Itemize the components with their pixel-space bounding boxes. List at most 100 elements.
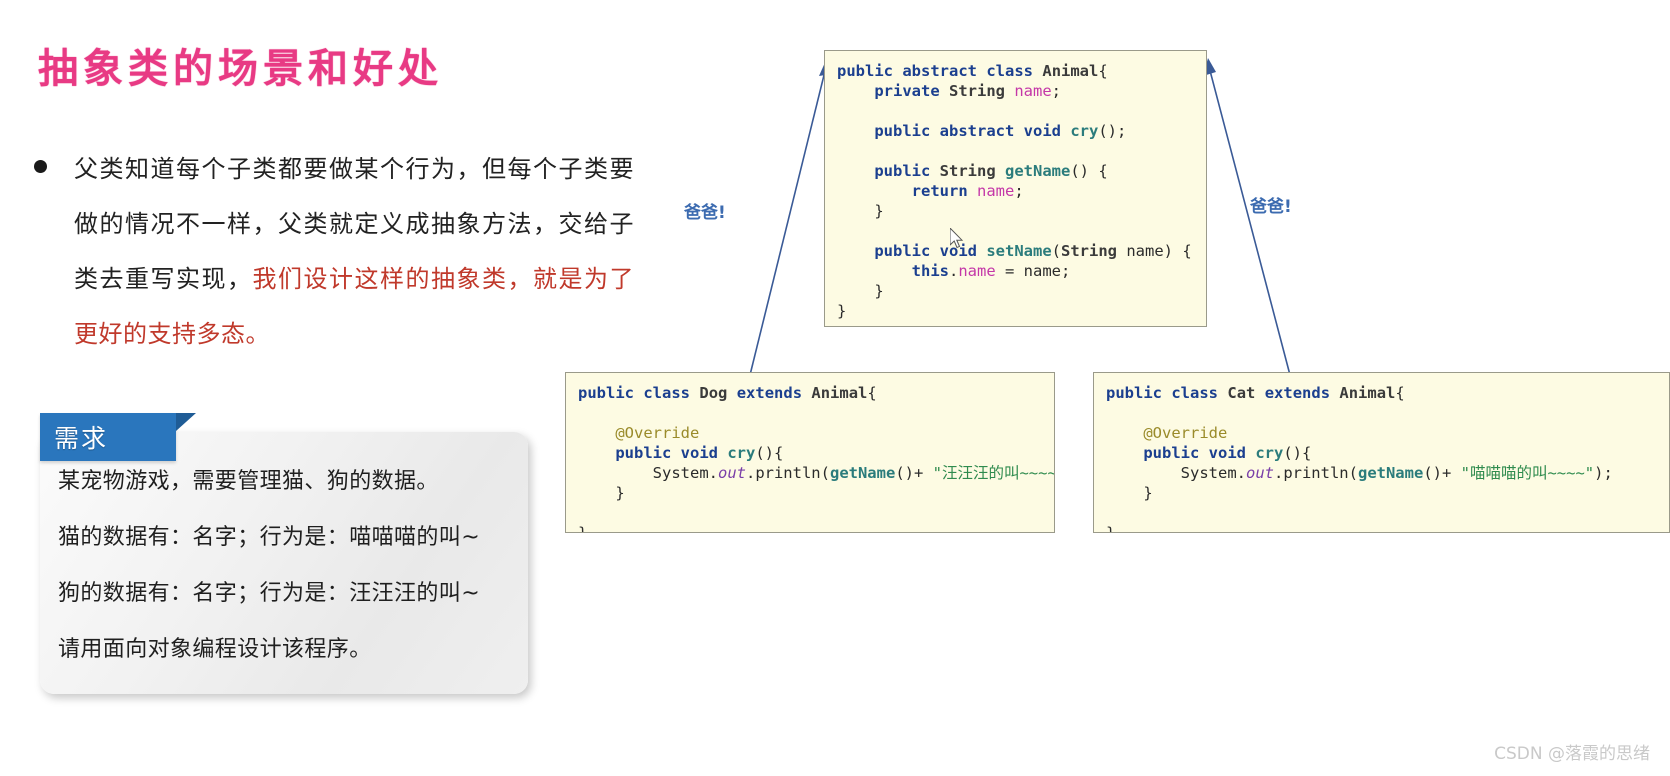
code-token: }: [578, 484, 625, 502]
requirement-tab: 需求: [40, 413, 176, 461]
code-token: .println(: [1273, 464, 1358, 482]
code-token: @Override: [1143, 424, 1228, 442]
code-token: {: [867, 384, 877, 402]
watermark: CSDN @落霞的思绪: [1494, 744, 1650, 764]
code-token: (){: [755, 444, 784, 462]
code-token: class: [643, 384, 691, 402]
code-token: extends: [736, 384, 803, 402]
code-token: name: [958, 262, 996, 280]
code-token: getName: [1357, 464, 1424, 482]
code-token: public: [874, 122, 931, 140]
bullet-line-3-highlight: 我们设计这样的抽象类，就是为了: [252, 265, 634, 293]
code-token: public: [1143, 444, 1200, 462]
requirement-card-body: 某宠物游戏，需要管理猫、狗的数据。 猫的数据有：名字；行为是：喵喵喵的叫~ 狗的…: [58, 454, 518, 678]
slide-canvas: 抽象类的场景和好处 父类知道每个子类都要做某个行为，但每个子类要做的情况不一样，…: [0, 0, 1670, 776]
code-token: cry: [1070, 122, 1099, 140]
code-token: out: [717, 464, 746, 482]
code-token: }: [578, 524, 588, 533]
code-token: return: [911, 182, 968, 200]
code-token: class: [1171, 384, 1219, 402]
page-title: 抽象类的场景和好处: [38, 46, 443, 92]
code-line: public void cry(){: [1106, 443, 1669, 463]
code-line: @Override: [578, 423, 1054, 443]
code-token: = name;: [995, 262, 1071, 280]
code-token: cry: [1255, 444, 1284, 462]
code-block-dog: public class Dog extends Animal{ @Overri…: [565, 372, 1055, 533]
code-token: String: [1061, 242, 1118, 260]
code-line: }: [578, 483, 1054, 503]
code-token: }: [837, 302, 847, 320]
code-token: abstract: [902, 62, 977, 80]
requirement-tab-fold-icon: [176, 413, 196, 431]
bullet-line-3-normal: 类去重写实现，: [74, 265, 253, 293]
code-line: }: [1106, 523, 1669, 532]
code-token: getName: [1005, 162, 1071, 180]
code-token: String: [949, 82, 1005, 100]
code-line: @Override: [1106, 423, 1669, 443]
code-line: }: [578, 523, 1054, 533]
code-token: "喵喵喵的叫~~~~": [1460, 464, 1595, 482]
requirement-line: 猫的数据有：名字；行为是：喵喵喵的叫~: [58, 525, 481, 550]
code-token: out: [1245, 464, 1274, 482]
code-token: abstract: [939, 122, 1015, 140]
bullet-block: 父类知道每个子类都要做某个行为，但每个子类要做的情况不一样，父类就定义成抽象方法…: [34, 142, 634, 362]
code-line: private String name;: [837, 81, 1206, 101]
bullet-dot-icon: [34, 160, 47, 173]
code-token: Animal: [1042, 62, 1099, 80]
code-token: ()+: [895, 464, 933, 482]
code-token: }: [1106, 484, 1153, 502]
code-line: public void cry(){: [578, 443, 1054, 463]
code-token: (: [1051, 242, 1062, 260]
code-line: return name;: [837, 181, 1206, 201]
code-token: (){: [1283, 444, 1312, 462]
code-token: .: [948, 262, 959, 280]
code-token: void: [1208, 444, 1246, 462]
code-token: public: [615, 444, 672, 462]
code-line: public String getName() {: [837, 161, 1206, 181]
code-line: public class Cat extends Animal{: [1106, 383, 1669, 403]
code-token: public: [1106, 384, 1162, 402]
bullet-paragraph: 父类知道每个子类都要做某个行为，但每个子类要做的情况不一样，父类就定义成抽象方法…: [74, 142, 634, 362]
code-token: Cat: [1227, 384, 1256, 402]
requirement-tab-label: 需求: [54, 424, 109, 453]
code-token: this: [911, 262, 949, 280]
mouse-cursor-icon: [950, 228, 964, 249]
code-token: ;: [1014, 182, 1024, 200]
code-line: }: [837, 281, 1206, 301]
code-token: cry: [727, 444, 756, 462]
code-token: System.: [1106, 464, 1246, 482]
code-line: }: [1106, 483, 1669, 503]
code-token: void: [1023, 122, 1061, 140]
code-token: ;: [1051, 82, 1062, 100]
code-token: }: [837, 202, 884, 220]
bullet-line-4: 更好的支持多态。: [74, 320, 270, 348]
code-line: System.out.println(getName()+ "汪汪汪的叫~~~~…: [578, 463, 1054, 483]
